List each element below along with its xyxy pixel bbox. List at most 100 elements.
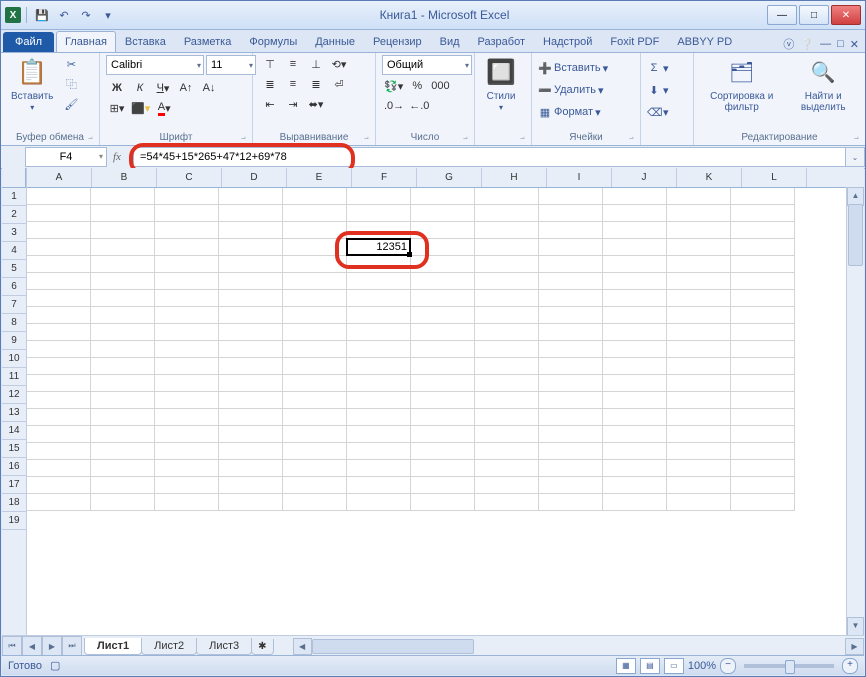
sheet-tab-3[interactable]: Лист3 <box>196 638 252 655</box>
cell-D13[interactable] <box>219 392 283 409</box>
cell-B18[interactable] <box>91 477 155 494</box>
new-sheet-button[interactable]: ✱ <box>251 639 273 655</box>
cell-H4[interactable] <box>475 239 539 256</box>
cell-C19[interactable] <box>155 494 219 511</box>
cell-H6[interactable] <box>475 273 539 290</box>
fill-color[interactable]: ⬛▾ <box>129 99 152 117</box>
cell-A3[interactable] <box>27 222 91 239</box>
cell-G5[interactable] <box>411 256 475 273</box>
cell-K15[interactable] <box>667 426 731 443</box>
tab-data[interactable]: Данные <box>306 31 364 52</box>
cell-C12[interactable] <box>155 375 219 392</box>
cell-I11[interactable] <box>539 358 603 375</box>
cell-J1[interactable] <box>603 188 667 205</box>
cell-A8[interactable] <box>27 307 91 324</box>
currency-button[interactable]: 💱▾ <box>382 77 405 95</box>
tab-review[interactable]: Рецензир <box>364 31 431 52</box>
qat-undo[interactable]: ↶ <box>54 5 74 25</box>
font-size-combo[interactable]: 11 <box>206 55 256 75</box>
cell-G15[interactable] <box>411 426 475 443</box>
view-page-layout[interactable]: ▤ <box>640 658 660 674</box>
cell-B13[interactable] <box>91 392 155 409</box>
cut-button[interactable]: ✂ <box>61 55 81 73</box>
cell-B10[interactable] <box>91 341 155 358</box>
decrease-decimal[interactable]: ←.0 <box>407 97 431 115</box>
qat-redo[interactable]: ↷ <box>76 5 96 25</box>
cell-I10[interactable] <box>539 341 603 358</box>
percent-button[interactable]: % <box>406 77 428 95</box>
cell-H9[interactable] <box>475 324 539 341</box>
cell-A14[interactable] <box>27 409 91 426</box>
cell-B8[interactable] <box>91 307 155 324</box>
cell-B16[interactable] <box>91 443 155 460</box>
copy-button[interactable]: ⿻ <box>61 75 81 93</box>
cell-D14[interactable] <box>219 409 283 426</box>
cell-C13[interactable] <box>155 392 219 409</box>
maximize-button[interactable]: □ <box>799 5 829 25</box>
cell-A15[interactable] <box>27 426 91 443</box>
cell-D17[interactable] <box>219 460 283 477</box>
cell-L9[interactable] <box>731 324 795 341</box>
cell-F11[interactable] <box>347 358 411 375</box>
cell-C10[interactable] <box>155 341 219 358</box>
cell-B9[interactable] <box>91 324 155 341</box>
cells-format[interactable]: ▦Формат ▾ <box>538 103 601 121</box>
cell-I3[interactable] <box>539 222 603 239</box>
cell-F17[interactable] <box>347 460 411 477</box>
cell-K18[interactable] <box>667 477 731 494</box>
cell-H17[interactable] <box>475 460 539 477</box>
cell-G13[interactable] <box>411 392 475 409</box>
cell-K1[interactable] <box>667 188 731 205</box>
zoom-level[interactable]: 100% <box>688 660 716 672</box>
bold-button[interactable]: Ж <box>106 79 128 97</box>
cell-L12[interactable] <box>731 375 795 392</box>
cell-B3[interactable] <box>91 222 155 239</box>
col-header-F[interactable]: F <box>352 168 417 187</box>
borders-button[interactable]: ⊞▾ <box>106 99 128 117</box>
row-header-7[interactable]: 7 <box>2 296 26 314</box>
row-header-2[interactable]: 2 <box>2 206 26 224</box>
macro-record-icon[interactable]: ▢ <box>50 659 60 672</box>
active-cell[interactable]: 12351 <box>346 238 411 256</box>
cell-H1[interactable] <box>475 188 539 205</box>
cell-J5[interactable] <box>603 256 667 273</box>
cell-G1[interactable] <box>411 188 475 205</box>
col-header-J[interactable]: J <box>612 168 677 187</box>
cell-D5[interactable] <box>219 256 283 273</box>
cell-A7[interactable] <box>27 290 91 307</box>
cell-K13[interactable] <box>667 392 731 409</box>
cell-I4[interactable] <box>539 239 603 256</box>
row-header-12[interactable]: 12 <box>2 386 26 404</box>
sheet-nav-first[interactable]: ⏮ <box>2 636 22 656</box>
cell-L16[interactable] <box>731 443 795 460</box>
file-tab[interactable]: Файл <box>3 32 54 52</box>
cell-D12[interactable] <box>219 375 283 392</box>
cell-E7[interactable] <box>283 290 347 307</box>
cell-G19[interactable] <box>411 494 475 511</box>
format-painter[interactable]: 🖌 <box>61 95 81 113</box>
cell-J6[interactable] <box>603 273 667 290</box>
cell-J8[interactable] <box>603 307 667 324</box>
cell-G14[interactable] <box>411 409 475 426</box>
cell-I17[interactable] <box>539 460 603 477</box>
tab-view[interactable]: Вид <box>431 31 469 52</box>
fill-button[interactable]: ⬇▾ <box>647 81 669 99</box>
cell-F2[interactable] <box>347 205 411 222</box>
row-header-3[interactable]: 3 <box>2 224 26 242</box>
row-header-17[interactable]: 17 <box>2 476 26 494</box>
cell-G8[interactable] <box>411 307 475 324</box>
cell-A17[interactable] <box>27 460 91 477</box>
cell-A12[interactable] <box>27 375 91 392</box>
grow-font[interactable]: A↑ <box>175 79 197 97</box>
cell-I7[interactable] <box>539 290 603 307</box>
cell-D16[interactable] <box>219 443 283 460</box>
cell-I14[interactable] <box>539 409 603 426</box>
cell-A19[interactable] <box>27 494 91 511</box>
cell-J3[interactable] <box>603 222 667 239</box>
horizontal-scrollbar[interactable]: ◀ ▶ <box>293 638 864 655</box>
cell-G9[interactable] <box>411 324 475 341</box>
decrease-indent[interactable]: ⇤ <box>259 95 281 113</box>
cell-K2[interactable] <box>667 205 731 222</box>
cell-A9[interactable] <box>27 324 91 341</box>
row-header-1[interactable]: 1 <box>2 188 26 206</box>
